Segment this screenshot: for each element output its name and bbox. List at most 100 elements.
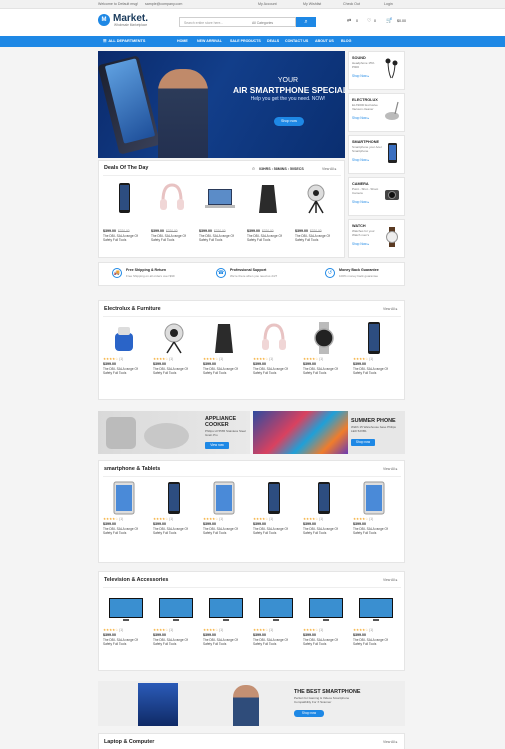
all-departments-button[interactable]: ☰ ALL DEPARTMENTS — [98, 36, 170, 47]
checkout-link[interactable]: Check Out — [343, 2, 360, 6]
product-desc[interactable]: The DBI- SALA range Of Safety Full Tools — [353, 638, 395, 646]
contact-email[interactable]: sample@company.com — [145, 2, 182, 6]
product-price: $399.00 — [103, 229, 116, 233]
logo-cart-icon[interactable]: M — [98, 14, 110, 26]
banner-shop-button[interactable]: Shop now — [351, 439, 375, 446]
product-desc[interactable]: The DBI- SALA range Of Safety Full Tools — [253, 638, 295, 646]
product-card[interactable]: ★★★★☆ (1) $399.00 The DBI- SALA range Of S… — [201, 319, 246, 389]
product-desc[interactable]: The DBI- SALA range Of Safety Full Tools — [103, 527, 145, 535]
product-card[interactable]: ★★★★☆ (1) $399.00 The DBI- SALA range Of S… — [151, 590, 196, 660]
banner-appliance-cooker[interactable]: APPLIANCE COOKER Philips HI 5565 Stainle… — [98, 411, 250, 454]
product-card[interactable]: ★★★★☆ (1) $399.00 The DBI- SALA range Of S… — [251, 479, 296, 549]
product-desc[interactable]: The DBI- SALA range Of Safety Full Tools — [303, 367, 345, 375]
deal-product[interactable]: $399.00 $320.00 The DBI- SALA range Of S… — [245, 179, 290, 249]
product-desc[interactable]: The DBI- SALA range Of Safety Full Tools — [151, 234, 193, 242]
rating-stars: ★★★★☆ (1) — [153, 357, 174, 361]
my-account-link[interactable]: My Account — [258, 2, 277, 6]
side-promo-camera[interactable]: CAMERA Point - Shot - Shoot Camera Shop … — [348, 177, 405, 216]
product-card[interactable]: ★★★★☆ (1) $399.00 The DBI- SALA range Of S… — [301, 319, 346, 389]
promo-desc: Headphone 15% P900 — [352, 61, 375, 69]
product-desc[interactable]: The DBI- SALA range Of Safety Full Tools — [253, 527, 295, 535]
banner-best-smartphone[interactable]: THE BEST SMARTPHONE Perfect for Gaming &… — [98, 681, 405, 726]
compare-icon[interactable]: ⇄ — [347, 18, 351, 24]
product-card[interactable]: ★★★★☆ (1) $399.00 The DBI- SALA range Of S… — [351, 319, 396, 389]
product-card[interactable]: ★★★★☆ (1) $399.00 The DBI- SALA range Of S… — [201, 479, 246, 549]
search-input[interactable]: Search entire store here... All Categori… — [179, 17, 296, 27]
rating-stars: ★★★★☆ (1) — [303, 357, 324, 361]
product-card[interactable]: ★★★★☆ (1) $399.00 The DBI- SALA range Of S… — [301, 590, 346, 660]
product-desc[interactable]: The DBI- SALA range Of Safety Full Tools — [303, 638, 345, 646]
promo-link[interactable]: Shop Now ▸ — [352, 158, 369, 162]
product-card[interactable]: ★★★★☆ (1) $399.00 The DBI- SALA range Of S… — [301, 479, 346, 549]
phone-support-icon: ☎ — [216, 268, 226, 278]
product-desc[interactable]: The DBI- SALA range Of Safety Full Tools — [203, 527, 245, 535]
nav-home[interactable]: HOME — [177, 36, 188, 47]
category-select[interactable]: All Categories — [252, 21, 273, 25]
phones-collage-image — [253, 411, 348, 454]
side-promo-electrolux[interactable]: ELECTROLUX ELX9000 Exclusive Vacuum clea… — [348, 93, 405, 132]
section-view-all[interactable]: View All ▸ — [383, 578, 397, 582]
search-button[interactable]: ⌕ — [296, 17, 316, 27]
banner-shop-button[interactable]: Shop now — [294, 710, 324, 717]
product-desc[interactable]: The DBI- SALA range Of Safety Full Tools — [199, 234, 241, 242]
nav-about-us[interactable]: ABOUT US — [315, 36, 334, 47]
product-card[interactable]: ★★★★☆ (1) $399.00 The DBI- SALA range Of S… — [151, 479, 196, 549]
product-desc[interactable]: The DBI- SALA range Of Safety Full Tools — [295, 234, 337, 242]
cart-total[interactable]: $0.00 — [397, 19, 406, 23]
section-view-all[interactable]: View All ▸ — [383, 467, 397, 471]
product-card[interactable]: ★★★★☆ (1) $399.00 The DBI- SALA range Of S… — [101, 479, 146, 549]
section-view-all[interactable]: View All ▸ — [383, 307, 397, 311]
product-card[interactable]: ★★★★☆ (1) $399.00 The DBI- SALA range Of S… — [151, 319, 196, 389]
side-promo-watch[interactable]: WATCH Watches for your Watch men's Shop … — [348, 219, 405, 258]
my-wishlist-link[interactable]: My Wishlist — [303, 2, 321, 6]
nav-sale-products[interactable]: SALE PRODUCTS — [230, 36, 261, 47]
rating-stars: ★★★★☆ (1) — [203, 628, 224, 632]
product-desc[interactable]: The DBI- SALA range Of Safety Full Tools — [103, 638, 145, 646]
banner-view-button[interactable]: View now — [205, 442, 229, 449]
cart-count: 0 — [390, 17, 392, 21]
product-desc[interactable]: The DBI- SALA range Of Safety Full Tools — [153, 367, 195, 375]
banner-summer-phone[interactable]: SUMMER PHONE Width 15 Warehouse base Phi… — [253, 411, 405, 454]
product-desc[interactable]: The DBI- SALA range Of Safety Full Tools — [203, 367, 245, 375]
product-card[interactable]: ★★★★☆ (1) $399.00 The DBI- SALA range Of S… — [351, 479, 396, 549]
product-card[interactable]: ★★★★☆ (1) $399.00 The DBI- SALA range Of S… — [101, 590, 146, 660]
product-desc[interactable]: The DBI- SALA range Of Safety Full Tools — [247, 234, 289, 242]
side-promo-smartphone[interactable]: SMARTPHONE Smartphone your Acer Smartpho… — [348, 135, 405, 174]
nav-contact-us[interactable]: CONTACT US — [285, 36, 308, 47]
rating-stars: ★★★★☆ (1) — [353, 628, 374, 632]
hero-banner[interactable]: YOUR AIR SMARTPHONE SPECIALIST Help you … — [98, 51, 345, 158]
nav-blog[interactable]: BLOG — [341, 36, 351, 47]
side-promo-sound[interactable]: SOUND Headphone 15% P900 Shop Now ▸ — [348, 51, 405, 90]
heart-icon[interactable]: ♡ — [367, 18, 371, 24]
section-view-all[interactable]: View All ▸ — [383, 740, 397, 744]
deal-product[interactable]: $399.00 $320.00 The DBI- SALA range Of S… — [293, 179, 338, 249]
product-desc[interactable]: The DBI- SALA range Of Safety Full Tools — [103, 234, 145, 242]
deal-product[interactable]: $399.00 $320.00 The DBI- SALA range Of S… — [149, 179, 194, 249]
product-desc[interactable]: The DBI- SALA range Of Safety Full Tools — [153, 527, 195, 535]
promo-link[interactable]: Shop Now ▸ — [352, 200, 369, 204]
product-desc[interactable]: The DBI- SALA range Of Safety Full Tools — [153, 638, 195, 646]
promo-link[interactable]: Shop Now ▸ — [352, 74, 369, 78]
product-card[interactable]: ★★★★☆ (1) $399.00 The DBI- SALA range Of S… — [101, 319, 146, 389]
product-card[interactable]: ★★★★☆ (1) $399.00 The DBI- SALA range Of S… — [351, 590, 396, 660]
deal-product[interactable]: $399.00 $320.00 The DBI- SALA range Of S… — [101, 179, 146, 249]
deals-view-all[interactable]: View All ▸ — [322, 167, 336, 171]
product-desc[interactable]: The DBI- SALA range Of Safety Full Tools — [353, 527, 395, 535]
phone-icon — [259, 481, 289, 515]
product-desc[interactable]: The DBI- SALA range Of Safety Full Tools — [253, 367, 295, 375]
login-link[interactable]: Login — [384, 2, 393, 6]
product-card[interactable]: ★★★★☆ (1) $399.00 The DBI- SALA range Of S… — [201, 590, 246, 660]
product-card[interactable]: ★★★★☆ (1) $399.00 The DBI- SALA range Of S… — [251, 590, 296, 660]
product-desc[interactable]: The DBI- SALA range Of Safety Full Tools — [203, 638, 245, 646]
product-card[interactable]: ★★★★☆ (1) $399.00 The DBI- SALA range Of S… — [251, 319, 296, 389]
nav-new-arrival[interactable]: NEW ARRIVAL — [197, 36, 222, 47]
rating-stars: ★★★★☆ (1) — [103, 517, 124, 521]
product-desc[interactable]: The DBI- SALA range Of Safety Full Tools — [103, 367, 145, 375]
nav-deals[interactable]: DEALS — [267, 36, 279, 47]
hero-shop-button[interactable]: Shop now — [274, 117, 304, 126]
promo-link[interactable]: Shop Now ▸ — [352, 116, 369, 120]
product-desc[interactable]: The DBI- SALA range Of Safety Full Tools — [353, 367, 395, 375]
product-desc[interactable]: The DBI- SALA range Of Safety Full Tools — [303, 527, 345, 535]
promo-link[interactable]: Shop Now ▸ — [352, 242, 369, 246]
deal-product[interactable]: $399.00 $320.00 The DBI- SALA range Of S… — [197, 179, 242, 249]
